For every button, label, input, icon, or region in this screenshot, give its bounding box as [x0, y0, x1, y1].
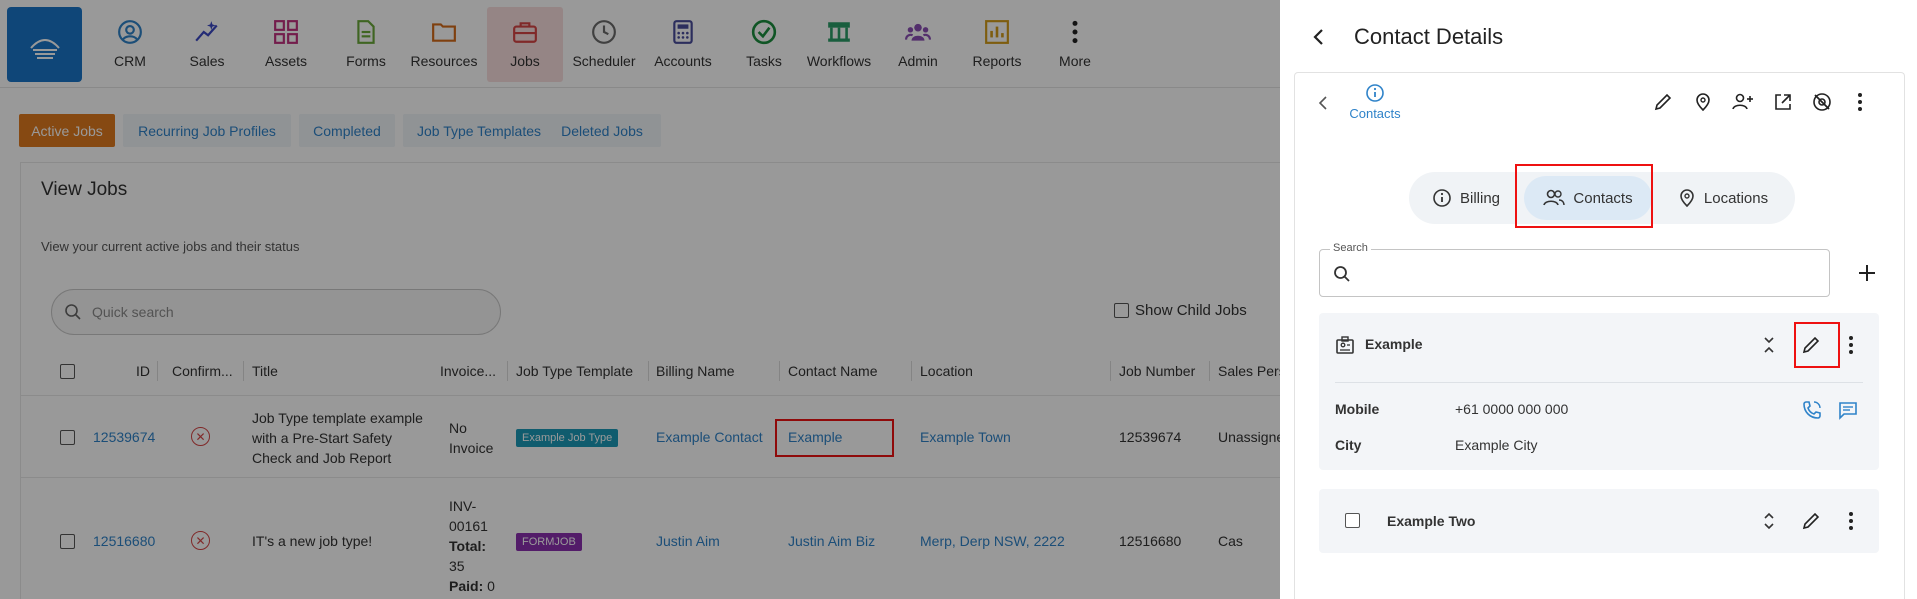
visibility-off-icon: [1813, 93, 1831, 111]
hide-button[interactable]: [1810, 90, 1834, 114]
add-contact-button[interactable]: [1855, 261, 1879, 285]
add-person-button[interactable]: [1730, 90, 1756, 114]
map-pin-icon: [1680, 189, 1694, 208]
contact-details-panel: Contact Details Contacts Billing Contact…: [1280, 0, 1917, 599]
contact-more-button[interactable]: [1841, 509, 1861, 533]
more-vertical-icon: [1858, 93, 1862, 111]
card-back-button[interactable]: [1313, 93, 1333, 113]
contact-more-button[interactable]: [1841, 333, 1861, 357]
info-icon: [1433, 189, 1451, 207]
contact-card-icon: [1336, 336, 1354, 354]
pencil-icon: [1654, 93, 1672, 111]
map-pin-icon: [1696, 93, 1710, 112]
more-vertical-icon: [1849, 512, 1853, 530]
breadcrumb: Contacts: [1345, 83, 1405, 121]
breadcrumb-label: Contacts: [1349, 106, 1401, 121]
collapse-icon: [1764, 337, 1774, 353]
contact-name: Example Two: [1387, 513, 1476, 529]
segment-contacts[interactable]: Contacts: [1524, 176, 1652, 220]
expand-icon: [1764, 512, 1774, 530]
more-options-button[interactable]: [1850, 90, 1870, 114]
phone-icon: [1803, 401, 1821, 419]
segment-control: Billing Contacts Locations: [1409, 172, 1795, 224]
external-link-icon: [1775, 94, 1791, 110]
edit-contact-button[interactable]: [1799, 509, 1823, 533]
expand-button[interactable]: [1759, 509, 1779, 533]
chevron-left-icon: [1313, 29, 1323, 45]
search-icon: [1334, 266, 1350, 282]
person-add-icon: [1732, 93, 1753, 110]
collapse-button[interactable]: [1759, 333, 1779, 357]
pencil-icon: [1802, 512, 1820, 530]
contact-card-example: Example Mobile +61 0000 000 000 City Exa…: [1319, 313, 1879, 470]
more-vertical-icon: [1849, 336, 1853, 354]
contact-name: Example: [1365, 336, 1423, 352]
contact-search-field[interactable]: Search: [1319, 242, 1830, 297]
edit-contact-button[interactable]: [1799, 333, 1823, 357]
contact-card-example-two: Example Two: [1319, 489, 1879, 553]
mobile-value: +61 0000 000 000: [1455, 401, 1569, 417]
message-icon: [1839, 402, 1857, 420]
message-button[interactable]: [1837, 399, 1859, 421]
panel-title: Contact Details: [1354, 24, 1504, 49]
contact-details-card: Contacts Billing Contacts Locations Sear…: [1294, 72, 1905, 599]
segment-locations[interactable]: Locations: [1657, 176, 1789, 220]
pencil-icon: [1802, 336, 1820, 354]
mobile-label: Mobile: [1335, 401, 1380, 417]
search-label: Search: [1330, 242, 1371, 254]
city-value: Example City: [1455, 437, 1538, 453]
open-external-button[interactable]: [1771, 90, 1795, 114]
modal-backdrop[interactable]: [0, 0, 1280, 599]
edit-button[interactable]: [1651, 90, 1675, 114]
main-app: CRM Sales Assets Forms Resources Jobs Schedule…: [0, 0, 1280, 599]
city-label: City: [1335, 437, 1362, 453]
info-icon: [1366, 84, 1384, 102]
people-icon: [1543, 189, 1566, 206]
call-button[interactable]: [1801, 399, 1823, 421]
contact-select-checkbox[interactable]: [1345, 513, 1360, 528]
segment-billing[interactable]: Billing: [1413, 176, 1519, 220]
panel-back-button[interactable]: [1312, 28, 1326, 51]
chevron-left-icon: [1318, 96, 1327, 110]
plus-icon: [1859, 265, 1875, 281]
location-button[interactable]: [1691, 90, 1715, 114]
